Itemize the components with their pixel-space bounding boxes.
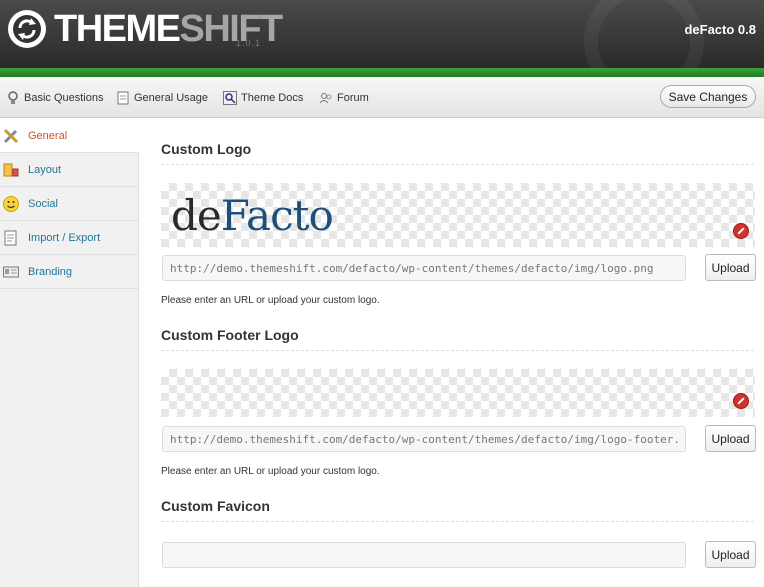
footer-logo-url-input[interactable] <box>162 426 686 452</box>
forum-label: Forum <box>337 92 369 104</box>
sidebar-item-label: Import / Export <box>28 231 101 244</box>
sidebar-item-layout[interactable]: Layout <box>0 153 138 187</box>
upload-favicon-button[interactable]: Upload <box>705 541 756 568</box>
upload-footer-logo-button[interactable]: Upload <box>705 425 756 452</box>
logo-hint: Please enter an URL or upload your custo… <box>161 295 380 306</box>
id-card-icon <box>2 263 20 281</box>
sidebar-item-branding[interactable]: Branding <box>0 255 138 289</box>
sidebar-item-label: Social <box>28 197 58 210</box>
users-icon <box>319 91 333 105</box>
sidebar-item-social[interactable]: Social <box>0 187 138 221</box>
basic-questions-label: Basic Questions <box>24 92 104 104</box>
custom-logo-title: Custom Logo <box>161 141 252 157</box>
accent-bar <box>0 68 764 77</box>
footer-logo-preview <box>161 369 755 417</box>
logo-preview-text: deFacto <box>171 191 334 240</box>
save-changes-button[interactable]: Save Changes <box>660 85 756 108</box>
basic-questions-link[interactable]: Basic Questions <box>6 91 103 105</box>
theme-name: deFacto 0.8 <box>684 22 756 37</box>
layout-icon <box>2 161 20 179</box>
toolbar: Basic Questions General Usage Theme Docs… <box>0 77 764 118</box>
divider <box>161 164 754 165</box>
footer-logo-hint: Please enter an URL or upload your custo… <box>161 466 380 477</box>
sidebar-item-label: Branding <box>28 265 73 278</box>
theme-docs-link[interactable]: Theme Docs <box>223 91 303 105</box>
magnifier-icon <box>223 91 237 105</box>
brand-part2: SHIFT <box>179 8 284 50</box>
brand-part1: THEME <box>54 8 181 50</box>
sidebar: General Layout Social Import / Export Br… <box>0 119 139 587</box>
general-usage-link[interactable]: General Usage <box>116 91 208 105</box>
app-header: THEMESHIFT 1.0.1 deFacto 0.8 <box>0 0 764 68</box>
theme-docs-label: Theme Docs <box>241 92 304 104</box>
logo-text-facto: Facto <box>220 191 334 240</box>
upload-logo-button[interactable]: Upload <box>705 254 756 281</box>
custom-favicon-title: Custom Favicon <box>161 498 270 514</box>
divider <box>161 521 754 522</box>
remove-footer-logo-icon[interactable] <box>733 393 749 409</box>
refresh-logo-icon <box>8 10 46 48</box>
divider <box>161 350 754 351</box>
tools-icon <box>2 127 20 145</box>
version-label: 1.0.1 <box>236 38 262 48</box>
general-usage-label: General Usage <box>134 92 208 104</box>
custom-footer-logo-title: Custom Footer Logo <box>161 327 299 343</box>
forum-link[interactable]: Forum <box>319 91 369 105</box>
document-icon <box>116 91 130 105</box>
main-content: Custom Logo deFacto Upload Please enter … <box>139 119 764 587</box>
logo-url-input[interactable] <box>162 255 686 281</box>
smiley-icon <box>2 195 20 213</box>
logo-text-de: de <box>171 191 222 240</box>
sidebar-item-label: Layout <box>28 163 62 176</box>
remove-logo-icon[interactable] <box>733 223 749 239</box>
favicon-url-input[interactable] <box>162 542 686 568</box>
sidebar-item-label: General <box>28 129 68 142</box>
sidebar-item-import-export[interactable]: Import / Export <box>0 221 138 255</box>
document-icon <box>2 229 20 247</box>
sidebar-item-general[interactable]: General <box>0 119 139 153</box>
logo-preview: deFacto <box>161 183 755 247</box>
lightbulb-icon <box>6 91 20 105</box>
